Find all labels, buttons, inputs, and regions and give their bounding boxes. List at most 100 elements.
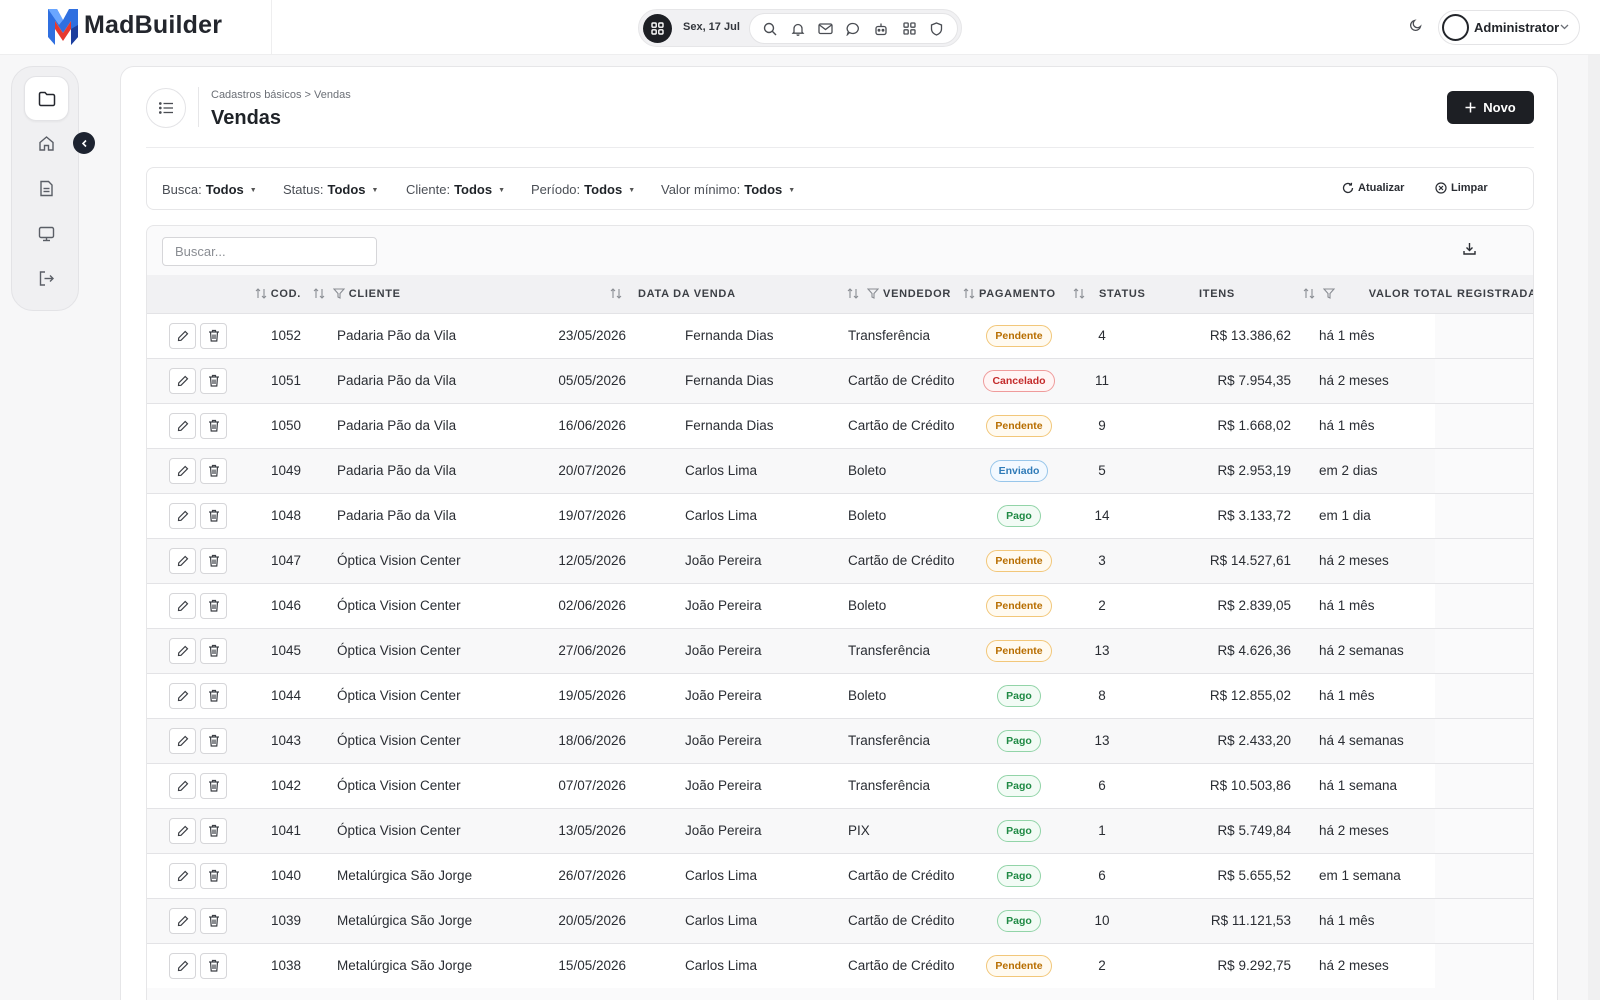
clear-button[interactable]: Limpar (1435, 182, 1488, 194)
bell-icon[interactable] (788, 19, 808, 39)
edit-button[interactable] (169, 367, 196, 394)
header-vendedor[interactable]: VENDEDOR (797, 275, 957, 313)
pencil-icon (177, 915, 189, 927)
table-row[interactable]: 1049 Padaria Pão da Vila 20/07/2026 Carl… (147, 448, 1533, 493)
cell-cod: 1040 (270, 868, 301, 883)
table-row[interactable]: 1046 Óptica Vision Center 02/06/2026 Joã… (147, 583, 1533, 628)
filter-value: Todos (584, 182, 623, 197)
delete-button[interactable] (200, 367, 227, 394)
edit-button[interactable] (169, 952, 196, 979)
edit-button[interactable] (169, 547, 196, 574)
delete-button[interactable] (200, 862, 227, 889)
header-valor[interactable]: VALOR TOTAL (1297, 275, 1452, 313)
delete-button[interactable] (200, 682, 227, 709)
delete-button[interactable] (200, 547, 227, 574)
cell-pagamento: Cartão de Crédito (848, 868, 955, 883)
sidebar-item-documents[interactable] (24, 166, 69, 211)
sidebar-item-monitor[interactable] (24, 211, 69, 256)
sort-icon[interactable] (610, 288, 622, 300)
status-badge: Pendente (986, 954, 1052, 977)
delete-button[interactable] (200, 907, 227, 934)
filter-status[interactable]: Status: Todos ▼ (283, 182, 378, 197)
sort-icon[interactable] (847, 288, 859, 300)
moon-icon[interactable] (1409, 18, 1423, 37)
edit-button[interactable] (169, 682, 196, 709)
cell-valor: R$ 12.855,02 (1209, 688, 1291, 703)
filter-valor-minimo[interactable]: Valor mínimo: Todos ▼ (661, 182, 795, 197)
filter-busca[interactable]: Busca: Todos ▼ (162, 182, 257, 197)
table-row[interactable]: 1052 Padaria Pão da Vila 23/05/2026 Fern… (147, 313, 1533, 358)
header-pagamento[interactable]: PAGAMENTO (957, 275, 1067, 313)
new-button[interactable]: Novo (1447, 91, 1534, 124)
edit-button[interactable] (169, 412, 196, 439)
table-row[interactable]: 1045 Óptica Vision Center 27/06/2026 Joã… (147, 628, 1533, 673)
search-input[interactable] (162, 237, 377, 266)
collapse-sidebar-button[interactable] (73, 132, 95, 154)
filter-icon[interactable] (867, 288, 880, 300)
delete-button[interactable] (200, 952, 227, 979)
grid-icon[interactable] (899, 19, 919, 39)
header-cliente[interactable]: CLIENTE (307, 275, 497, 313)
header-data[interactable] (497, 275, 632, 313)
header-data-label[interactable]: DATA DA VENDA (632, 275, 797, 313)
sidebar-item-cadastros[interactable] (24, 76, 69, 121)
filter-cliente[interactable]: Cliente: Todos ▼ (406, 182, 505, 197)
delete-button[interactable] (200, 322, 227, 349)
download-icon[interactable] (1463, 242, 1476, 260)
delete-button[interactable] (200, 637, 227, 664)
edit-button[interactable] (169, 907, 196, 934)
delete-button[interactable] (200, 502, 227, 529)
trash-icon (208, 329, 220, 342)
header-cod[interactable]: COD. (237, 275, 307, 313)
shield-icon[interactable] (927, 19, 947, 39)
sidebar-item-logout[interactable] (24, 256, 69, 301)
search-icon[interactable] (760, 19, 780, 39)
robot-icon[interactable] (871, 19, 891, 39)
header-itens[interactable]: ITENS (1137, 275, 1297, 313)
sort-icon[interactable] (1073, 288, 1085, 300)
table-row[interactable]: 1043 Óptica Vision Center 18/06/2026 Joã… (147, 718, 1533, 763)
list-menu-button[interactable] (146, 88, 186, 128)
table-row[interactable]: 1051 Padaria Pão da Vila 05/05/2026 Fern… (147, 358, 1533, 403)
page-scrollbar[interactable] (1588, 55, 1600, 1000)
edit-button[interactable] (169, 592, 196, 619)
delete-button[interactable] (200, 727, 227, 754)
apps-button[interactable] (643, 14, 672, 43)
edit-button[interactable] (169, 817, 196, 844)
table-row[interactable]: 1038 Metalúrgica São Jorge 15/05/2026 Ca… (147, 943, 1533, 988)
header-status[interactable]: STATUS (1067, 275, 1145, 313)
cell-data: 23/05/2026 (558, 328, 626, 343)
sort-icon[interactable] (1303, 288, 1315, 300)
delete-button[interactable] (200, 772, 227, 799)
edit-button[interactable] (169, 772, 196, 799)
user-menu[interactable]: Administrator (1438, 10, 1580, 45)
sort-icon[interactable] (963, 288, 975, 300)
chat-icon[interactable] (843, 19, 863, 39)
table-row[interactable]: 1050 Padaria Pão da Vila 16/06/2026 Fern… (147, 403, 1533, 448)
edit-button[interactable] (169, 727, 196, 754)
delete-button[interactable] (200, 457, 227, 484)
edit-button[interactable] (169, 637, 196, 664)
sidebar-item-home[interactable] (24, 121, 69, 166)
table-row[interactable]: 1044 Óptica Vision Center 19/05/2026 Joã… (147, 673, 1533, 718)
edit-button[interactable] (169, 862, 196, 889)
sort-icon[interactable] (313, 288, 325, 300)
edit-button[interactable] (169, 457, 196, 484)
filter-periodo[interactable]: Período: Todos ▼ (531, 182, 635, 197)
refresh-button[interactable]: Atualizar (1342, 182, 1404, 194)
filter-icon[interactable] (332, 288, 345, 300)
filter-icon[interactable] (1322, 288, 1335, 300)
mail-icon[interactable] (816, 19, 836, 39)
table-row[interactable]: 1042 Óptica Vision Center 07/07/2026 Joã… (147, 763, 1533, 808)
table-row[interactable]: 1040 Metalúrgica São Jorge 26/07/2026 Ca… (147, 853, 1533, 898)
delete-button[interactable] (200, 592, 227, 619)
table-row[interactable]: 1048 Padaria Pão da Vila 19/07/2026 Carl… (147, 493, 1533, 538)
sort-icon[interactable] (255, 288, 267, 300)
edit-button[interactable] (169, 322, 196, 349)
delete-button[interactable] (200, 817, 227, 844)
delete-button[interactable] (200, 412, 227, 439)
table-row[interactable]: 1039 Metalúrgica São Jorge 20/05/2026 Ca… (147, 898, 1533, 943)
edit-button[interactable] (169, 502, 196, 529)
table-row[interactable]: 1047 Óptica Vision Center 12/05/2026 Joã… (147, 538, 1533, 583)
table-row[interactable]: 1041 Óptica Vision Center 13/05/2026 Joã… (147, 808, 1533, 853)
